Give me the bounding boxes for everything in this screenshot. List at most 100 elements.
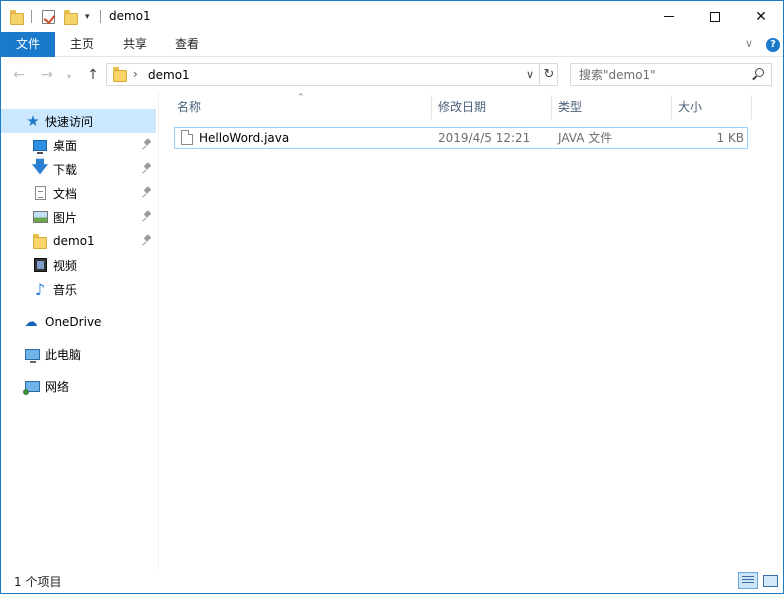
forward-button[interactable]: → bbox=[38, 66, 56, 84]
sidebar-item-label: demo1 bbox=[53, 234, 95, 248]
sidebar-item-label: 图片 bbox=[53, 210, 78, 225]
file-list: ⌃ 名称 修改日期 类型 大小 HelloWord.java 2019/4/5 … bbox=[159, 93, 783, 569]
qa-newfolder-wrap bbox=[64, 1, 78, 32]
java-file-icon bbox=[181, 130, 193, 145]
address-dropdown-icon[interactable]: ∨ bbox=[522, 67, 538, 83]
sidebar-item-label: 下载 bbox=[53, 162, 78, 177]
computer-icon bbox=[24, 348, 40, 363]
customize-toolbar-dropdown[interactable]: ▾ bbox=[85, 12, 90, 22]
sidebar-item-music[interactable]: ♪ 音乐 bbox=[1, 277, 156, 301]
search-icon[interactable] bbox=[751, 68, 765, 82]
tab-view[interactable]: 查看 bbox=[163, 32, 211, 57]
sidebar-item-onedrive[interactable]: ☁ OneDrive bbox=[1, 310, 156, 334]
cloud-icon: ☁ bbox=[24, 314, 38, 330]
details-view-button[interactable] bbox=[738, 572, 758, 589]
maximize-icon bbox=[710, 11, 720, 22]
up-button[interactable]: ↑ bbox=[84, 66, 102, 84]
folder-icon bbox=[10, 9, 24, 25]
column-header-name[interactable]: 名称 bbox=[169, 93, 431, 122]
sidebar-item-this-pc[interactable]: 此电脑 bbox=[1, 342, 156, 366]
qa-separator-wrap bbox=[31, 1, 32, 32]
file-modified: 2019/4/5 12:21 bbox=[438, 131, 531, 145]
desktop-icon bbox=[33, 139, 47, 154]
sidebar-item-label: 桌面 bbox=[53, 138, 78, 153]
minimize-button[interactable] bbox=[646, 1, 692, 32]
back-button[interactable]: ← bbox=[10, 66, 28, 84]
sidebar-item-label: 文档 bbox=[53, 186, 78, 201]
recent-locations-dropdown[interactable]: ▾ bbox=[67, 72, 71, 81]
sidebar-item-label: OneDrive bbox=[45, 315, 102, 329]
folder-icon bbox=[113, 67, 127, 82]
sidebar-item-label: 音乐 bbox=[53, 282, 78, 297]
item-count: 1 个项目 bbox=[14, 575, 62, 589]
quick-access-toolbar bbox=[10, 1, 24, 32]
qa-separator bbox=[100, 10, 101, 23]
close-icon: ✕ bbox=[755, 8, 767, 25]
tab-file[interactable]: 文件 bbox=[1, 32, 55, 57]
large-icons-view-button[interactable] bbox=[761, 572, 781, 589]
star-icon: ★ bbox=[26, 112, 40, 130]
sidebar-item-network[interactable]: 网络 bbox=[1, 374, 156, 398]
close-button[interactable]: ✕ bbox=[738, 1, 783, 32]
qa-props-wrap bbox=[42, 1, 55, 32]
column-header-modified[interactable]: 修改日期 bbox=[430, 93, 550, 122]
tab-home[interactable]: 主页 bbox=[58, 32, 106, 57]
qa-dropdown-wrap: ▾ bbox=[85, 1, 90, 32]
download-icon: 🡇 bbox=[31, 156, 49, 176]
pin-icon bbox=[142, 162, 154, 176]
sidebar-item-label: 快速访问 bbox=[45, 114, 94, 129]
video-icon-wrap bbox=[32, 257, 48, 273]
minimize-icon bbox=[664, 16, 674, 17]
column-divider[interactable] bbox=[751, 95, 752, 119]
sidebar-item-downloads[interactable]: 🡇 下载 bbox=[1, 157, 156, 181]
network-icon-wrap bbox=[22, 378, 40, 395]
sidebar-item-pictures[interactable]: 图片 bbox=[1, 205, 156, 229]
breadcrumb-separator[interactable]: › bbox=[133, 67, 138, 81]
computer-icon-wrap bbox=[24, 346, 40, 363]
pictures-icon bbox=[32, 211, 48, 223]
tab-share[interactable]: 共享 bbox=[111, 32, 159, 57]
sidebar-item-demo1[interactable]: demo1 bbox=[1, 229, 156, 253]
refresh-icon[interactable]: ↻ bbox=[540, 64, 558, 85]
ribbon-tabs: 文件 主页 共享 查看 ∨ ? bbox=[1, 32, 783, 57]
maximize-button[interactable] bbox=[692, 1, 738, 32]
navigation-pane: ★ 快速访问 桌面 🡇 下载 文档 图片 demo1 视频 ♪ 音乐 ☁ One… bbox=[1, 93, 159, 569]
status-bar: 1 个项目 bbox=[1, 569, 783, 593]
file-type: JAVA 文件 bbox=[558, 131, 613, 145]
column-header-type[interactable]: 类型 bbox=[550, 93, 670, 122]
column-header-size[interactable]: 大小 bbox=[670, 93, 750, 122]
table-row[interactable]: HelloWord.java 2019/4/5 12:21 JAVA 文件 1 … bbox=[174, 127, 748, 149]
network-icon bbox=[22, 380, 40, 395]
file-name: HelloWord.java bbox=[199, 131, 290, 145]
folder-icon-wrap bbox=[32, 233, 48, 249]
qa-separator-wrap-2 bbox=[100, 1, 101, 32]
pin-icon bbox=[142, 186, 154, 200]
help-icon[interactable]: ? bbox=[766, 38, 780, 52]
sidebar-item-desktop[interactable]: 桌面 bbox=[1, 133, 156, 157]
pin-icon bbox=[142, 234, 154, 248]
pictures-icon-wrap bbox=[32, 209, 48, 225]
new-folder-icon[interactable] bbox=[64, 9, 78, 25]
expand-ribbon-chevron-icon[interactable]: ∨ bbox=[745, 37, 753, 50]
sidebar-item-documents[interactable]: 文档 bbox=[1, 181, 156, 205]
sidebar-item-label: 网络 bbox=[45, 379, 70, 394]
document-icon bbox=[34, 186, 46, 200]
video-icon bbox=[33, 258, 47, 272]
sidebar-item-quick-access[interactable]: ★ 快速访问 bbox=[1, 109, 156, 133]
sidebar-item-label: 视频 bbox=[53, 258, 78, 273]
properties-icon[interactable] bbox=[42, 9, 55, 24]
pin-icon bbox=[142, 210, 154, 224]
desktop-icon-wrap bbox=[32, 137, 48, 154]
search-input[interactable] bbox=[571, 64, 747, 85]
qa-separator bbox=[31, 10, 32, 23]
pin-icon bbox=[142, 138, 154, 152]
explorer-window: ▾ demo1 ✕ 文件 主页 共享 查看 ∨ ? ← → ▾ ↑ › demo… bbox=[0, 0, 784, 594]
window-title: demo1 bbox=[109, 9, 151, 23]
address-bar[interactable]: › demo1 ∨ ↻ bbox=[106, 63, 558, 86]
music-icon: ♪ bbox=[34, 279, 46, 299]
sidebar-item-videos[interactable]: 视频 bbox=[1, 253, 156, 277]
file-size: 1 KB bbox=[716, 131, 744, 145]
breadcrumb-demo1[interactable]: demo1 bbox=[148, 68, 190, 82]
folder-icon bbox=[33, 233, 47, 249]
sidebar-item-label: 此电脑 bbox=[45, 347, 82, 362]
